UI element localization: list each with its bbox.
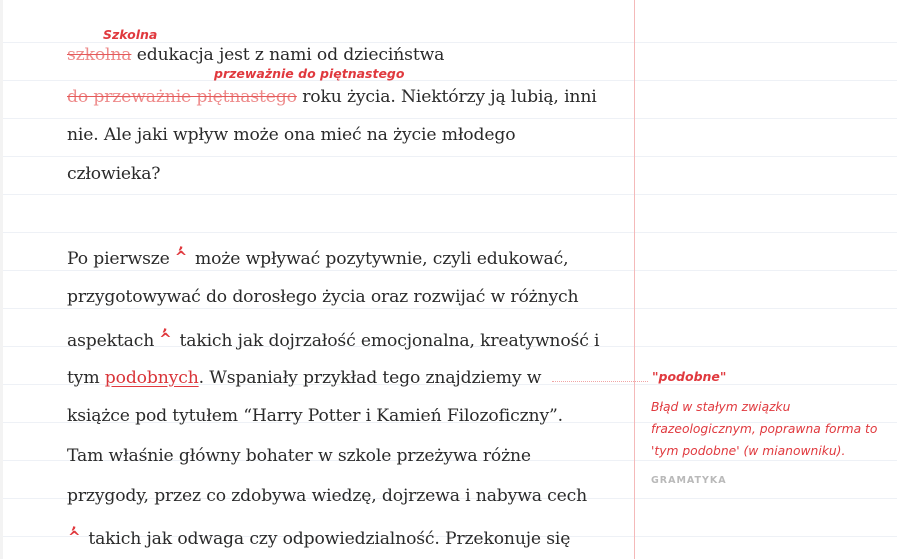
caret-icon: ^ xyxy=(174,248,188,266)
line-text: . Wspaniały przykład tego znajdziemy w xyxy=(198,368,542,388)
annotation-title[interactable]: "podobne" xyxy=(652,369,726,384)
essay-line-1: szkolna edukacja jest z nami od dziecińs… xyxy=(67,43,444,67)
line-text: edukacja jest z nami od dzieciństwa xyxy=(131,45,445,65)
line-text: takich jak odwaga czy odpowiedzialność. … xyxy=(83,529,571,549)
correction-przewaznie: przeważnie do piętnastego xyxy=(214,66,405,81)
line-text: Po pierwsze xyxy=(67,249,170,269)
insert-comma-mark[interactable]: , ^ xyxy=(154,320,174,348)
correction-szkolna: Szkolna xyxy=(103,27,158,42)
insert-comma-mark[interactable]: , ^ xyxy=(63,518,83,546)
essay-line-11: przygody, przez co zdobywa wiedzę, dojrz… xyxy=(67,486,588,506)
caret-icon: ^ xyxy=(159,330,172,348)
line-text: tym xyxy=(67,368,105,388)
essay-page: Szkolna szkolna edukacja jest z nami od … xyxy=(0,0,897,559)
annotation-leader-line xyxy=(552,381,648,382)
essay-line-3: nie. Ale jaki wpływ może ona mieć na życ… xyxy=(67,125,516,145)
error-word-podobnych[interactable]: podobnych xyxy=(105,368,199,388)
essay-line-2: do przeważnie piętnastego roku życia. Ni… xyxy=(67,85,597,109)
insert-comma-mark[interactable]: , ^ xyxy=(170,238,190,266)
struck-phrase-przewaznie: do przeważnie piętnastego xyxy=(67,87,297,107)
struck-word-szkolna: szkolna xyxy=(67,45,132,65)
essay-line-8: tym podobnych. Wspaniały przykład tego z… xyxy=(67,366,541,390)
annotation-body: Błąd w stałym związku frazeologicznym, p… xyxy=(651,400,878,458)
margin-line xyxy=(634,0,635,559)
line-text: aspektach xyxy=(67,331,155,351)
essay-line-10: Tam właśnie główny bohater w szkole prze… xyxy=(67,446,531,466)
caret-icon: ^ xyxy=(68,528,81,546)
essay-line-5: Po pierwsze, ^ może wpływać pozytywnie, c… xyxy=(67,238,569,271)
essay-line-4: człowieka? xyxy=(67,164,161,184)
essay-line-7: aspektach, ^ takich jak dojrzałość emocjo… xyxy=(67,320,600,353)
essay-line-6: przygotowywać do dorosłego życia oraz ro… xyxy=(67,287,579,307)
line-text: może wpływać pozytywnie, czyli edukować, xyxy=(189,249,569,269)
essay-line-9: książce pod tytułem “Harry Potter i Kami… xyxy=(67,406,563,426)
line-text: takich jak dojrzałość emocjonalna, kreat… xyxy=(174,331,600,351)
essay-line-12: , ^ takich jak odwaga czy odpowiedzialnoś… xyxy=(63,518,571,551)
line-text: roku życia. Niektórzy ją lubią, inni xyxy=(296,87,597,107)
page-edge xyxy=(0,0,3,559)
annotation-category-tag: GRAMATYKA xyxy=(651,475,727,486)
